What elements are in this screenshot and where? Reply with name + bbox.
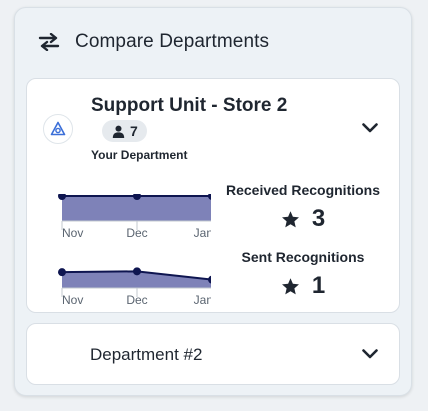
sent-recognitions-value: 1 [218, 272, 388, 300]
x-tick-label: Jan [194, 293, 211, 306]
chevron-down-icon [362, 349, 378, 359]
received-recognitions-value: 3 [218, 205, 388, 233]
department-2-name: Department #2 [90, 345, 203, 364]
department-logo [43, 114, 73, 144]
star-icon [281, 277, 300, 296]
x-tick-label: Jan [194, 226, 211, 239]
chevron-down-icon [362, 123, 378, 133]
panel-header: Compare Departments [37, 30, 269, 54]
received-recognitions-label: Received Recognitions [225, 182, 381, 198]
x-tick-label: Nov [62, 293, 83, 306]
department-name: Support Unit - Store 2 [91, 95, 288, 116]
received-sparkline: Nov Dec Jan [58, 194, 211, 239]
expand-chevron-button[interactable] [359, 117, 381, 139]
sent-recognitions-label: Sent Recognitions [241, 249, 365, 265]
x-tick-label: Dec [126, 293, 147, 306]
sent-count: 1 [311, 272, 326, 299]
star-icon [281, 210, 300, 229]
user-icon [112, 125, 125, 138]
member-count: 7 [130, 123, 138, 139]
department-card: Support Unit - Store 2 7 Your Department… [26, 78, 400, 313]
member-count-badge: 7 [102, 120, 147, 142]
expand-chevron-button[interactable] [359, 343, 381, 365]
x-tick-label: Nov [62, 226, 83, 239]
x-tick-label: Dec [126, 226, 147, 239]
data-point [133, 267, 141, 276]
panel-title: Compare Departments [75, 31, 270, 52]
sent-sparkline: Nov Dec Jan [58, 267, 211, 306]
received-count: 3 [311, 205, 326, 232]
department-2-card[interactable]: Department #2 [26, 323, 400, 385]
data-point [58, 268, 66, 277]
your-department-label: Your Department [91, 148, 188, 162]
swap-arrows-icon [37, 30, 61, 54]
